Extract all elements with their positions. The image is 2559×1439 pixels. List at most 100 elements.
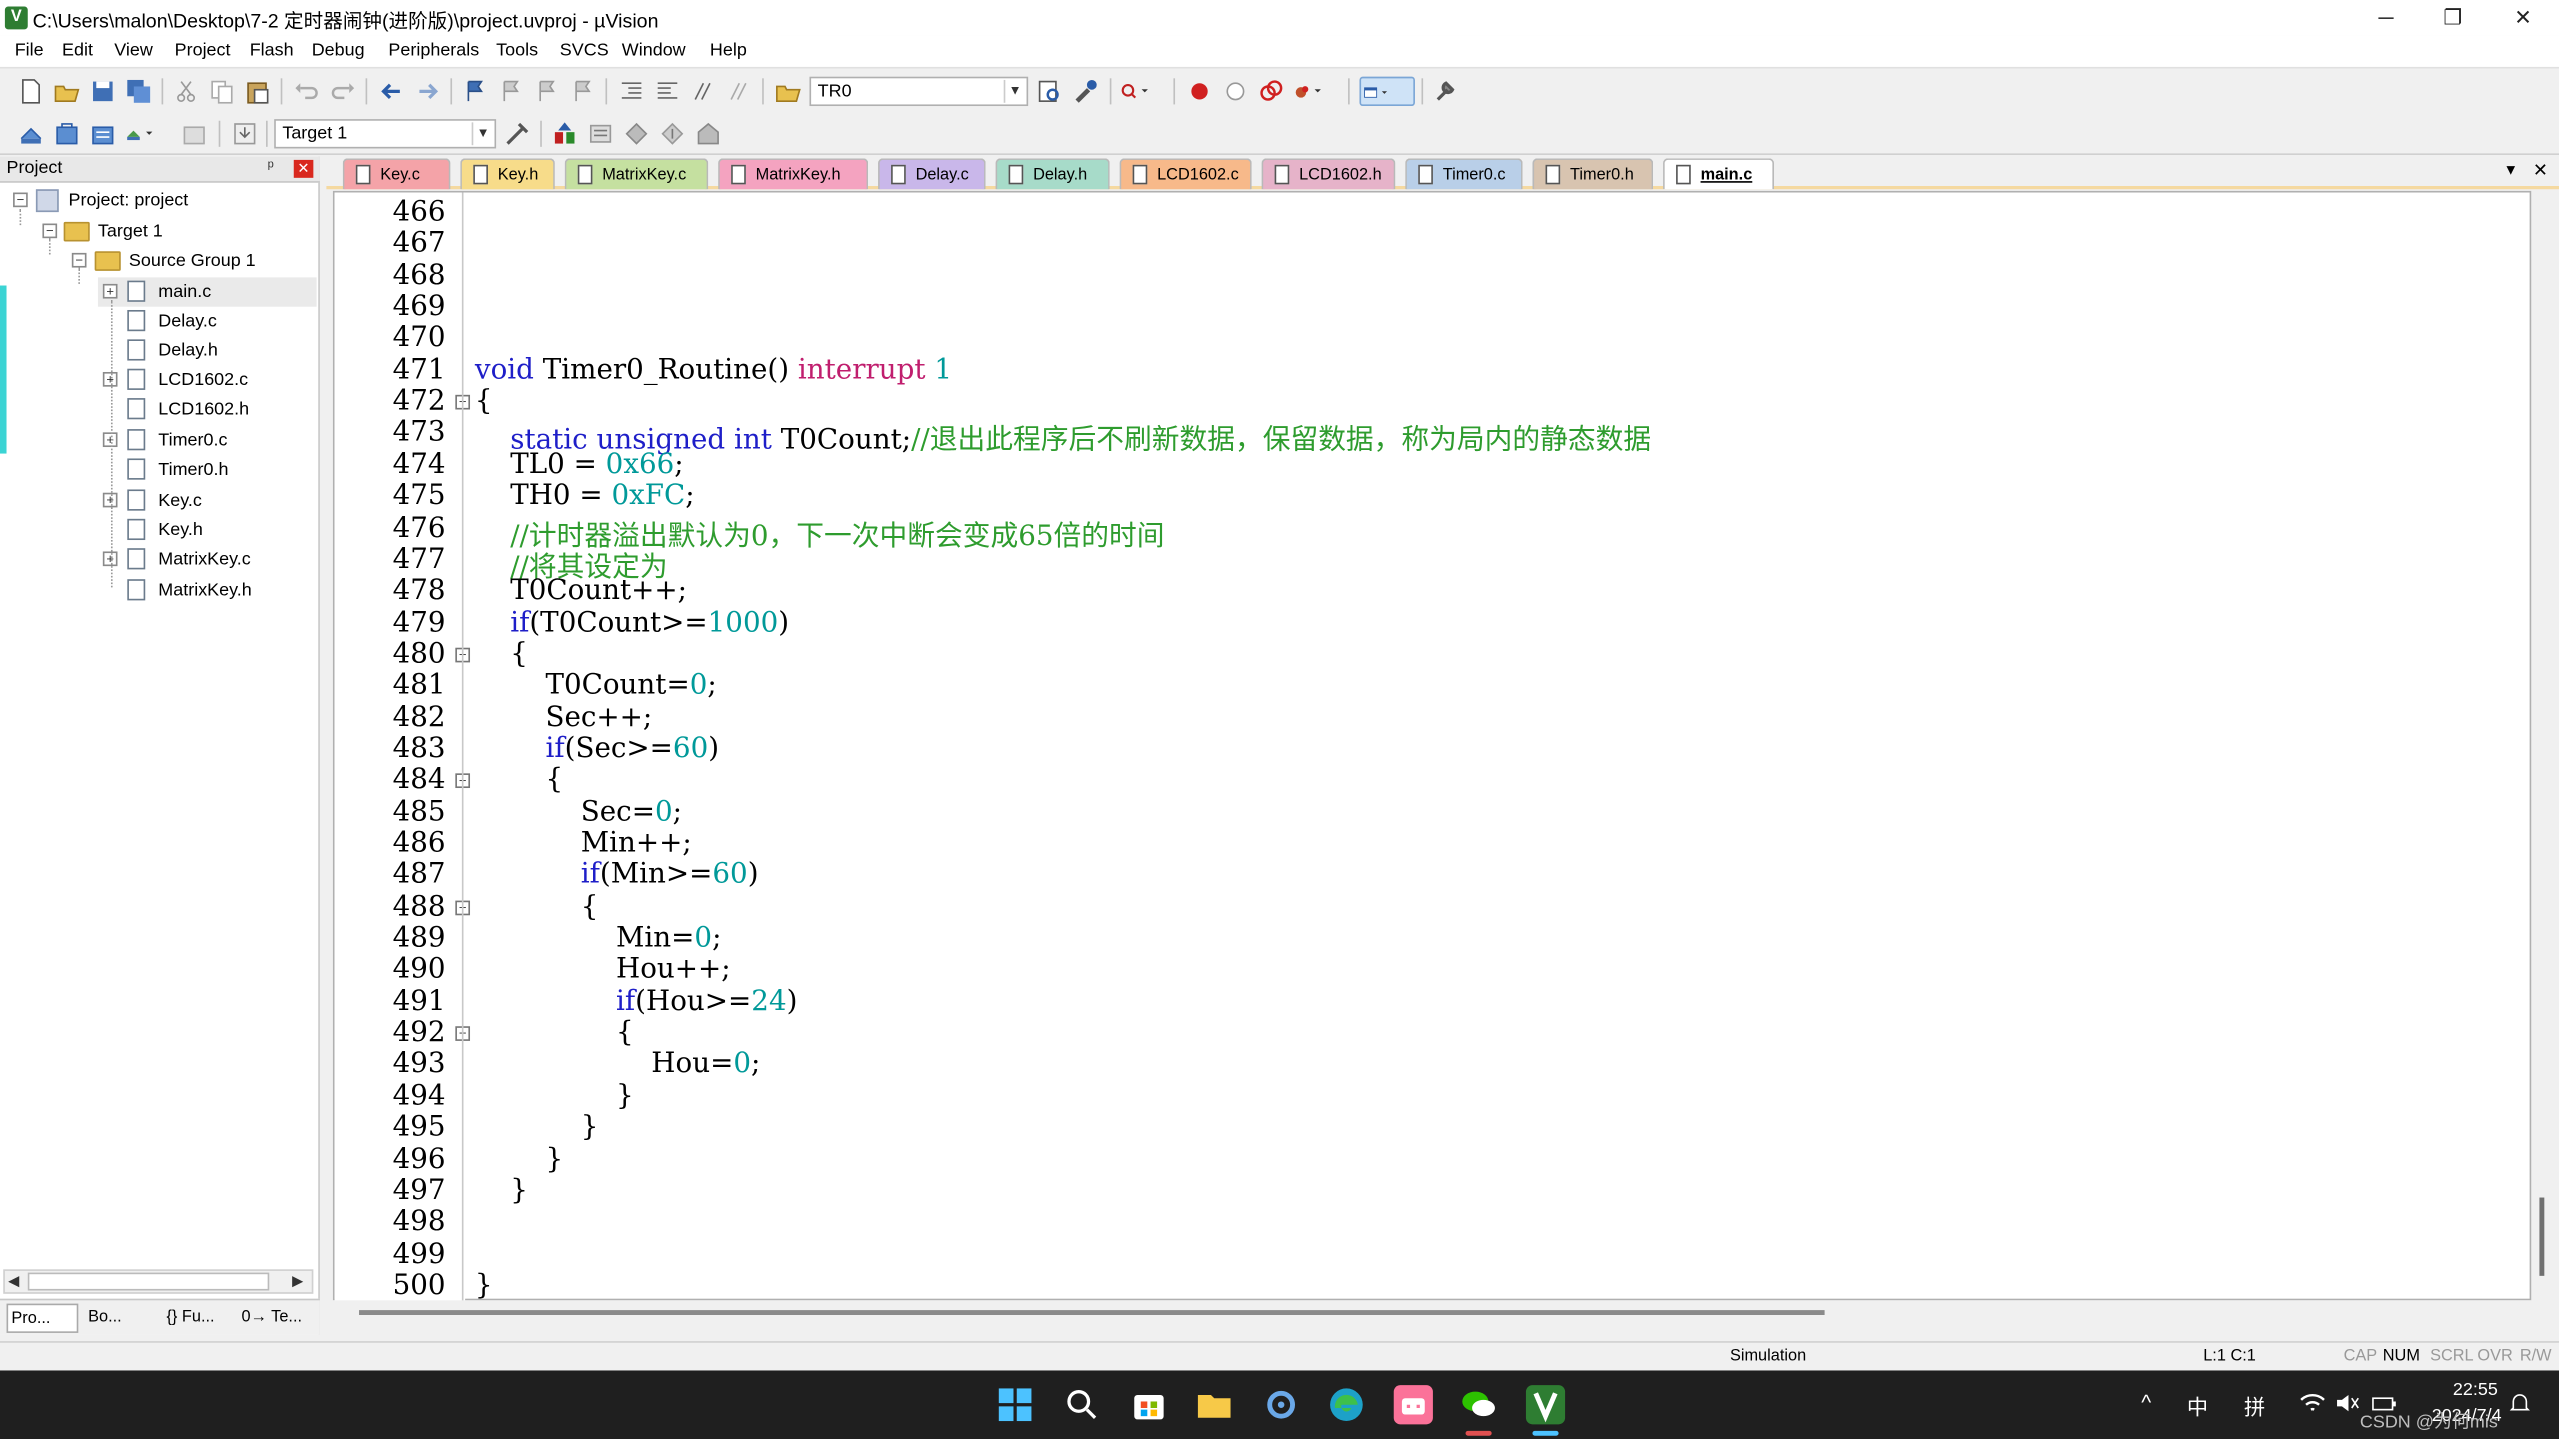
edge-browser-icon[interactable] [1327,1385,1366,1424]
tree-file-key-c[interactable]: + Key.c [98,486,317,515]
bookmark-icon[interactable] [460,77,489,106]
chevron-down-icon[interactable]: ▼ [1003,79,1025,103]
tree-file-delay-h[interactable]: Delay.h [98,336,317,365]
ime-pinyin[interactable]: 拼 [2244,1390,2265,1421]
collapse-icon[interactable]: − [71,252,87,268]
manage-rte-icon[interactable] [622,119,651,148]
editor-vertical-scroll-thumb[interactable] [2539,1197,2545,1276]
clock-time[interactable]: 22:55 [2453,1380,2498,1400]
uvision-taskbar-icon[interactable] [1525,1385,1566,1425]
code-line[interactable]: if(Sec>=60) [475,732,719,765]
menu-tools[interactable]: Tools [496,41,538,61]
manage-project-items-icon[interactable] [550,119,579,148]
volume-muted-icon[interactable] [2334,1392,2360,1415]
tab-list-icon[interactable]: ▼ [2504,162,2519,178]
new-file-icon[interactable] [16,77,45,106]
menu-svcs[interactable]: SVCS [560,41,609,61]
code-line[interactable]: } [475,1080,634,1113]
tab-file[interactable]: Key.c [342,158,451,190]
insert-breakpoint-icon[interactable] [1185,77,1214,106]
tree-project-root[interactable]: − Project: project [10,186,314,215]
tree-source-group[interactable]: − Source Group 1 [69,246,314,275]
tab-file[interactable]: Timer0.h [1532,158,1654,190]
download-icon[interactable] [230,119,259,148]
code-line[interactable]: Hou++; [475,953,731,986]
rebuild-icon[interactable] [88,119,117,148]
translate-icon[interactable] [16,119,45,148]
target-combo[interactable]: Target 1 ▼ [274,119,497,149]
code-area[interactable]: void Timer0_Routine() interrupt 1{ stati… [335,193,2533,1302]
tab-file[interactable]: LCD1602.h [1261,158,1396,190]
project-horizontal-scrollbar[interactable]: ◀ ▶ [3,1269,314,1294]
wifi-icon[interactable] [2300,1392,2326,1415]
build-icon[interactable] [52,119,81,148]
ime-chinese[interactable]: 中 [2187,1390,2208,1421]
tree-target[interactable]: − Target 1 [39,217,313,246]
code-line[interactable]: if(Min>=60) [475,859,759,892]
find-icon[interactable] [1035,77,1064,106]
code-line[interactable]: if(Hou>=24) [475,985,797,1018]
software-packs-icon[interactable] [694,119,723,148]
code-line[interactable]: Min++; [475,827,692,860]
code-line[interactable]: { [475,385,493,418]
tab-file[interactable]: Delay.h [995,158,1110,190]
panel-close-icon[interactable]: ✕ [293,159,314,178]
code-line[interactable]: } [475,1111,599,1144]
pack-installer-icon[interactable] [658,119,687,148]
save-icon[interactable] [88,77,117,106]
code-line[interactable]: Sec++; [475,701,652,734]
tab-books[interactable]: Bo... [85,1304,157,1333]
menu-edit[interactable]: Edit [62,41,93,61]
tree-file-matrixkey-h[interactable]: MatrixKey.h [98,576,317,605]
tray-overflow-icon[interactable]: ^ [2141,1390,2151,1414]
collapse-icon[interactable]: − [13,192,28,208]
code-line[interactable]: { [475,890,599,923]
tree-file-timer0-c[interactable]: + Timer0.c [98,426,317,455]
open-folder-icon[interactable] [52,77,81,106]
scroll-left-icon[interactable]: ◀ [8,1273,19,1291]
tree-file-delay-c[interactable]: Delay.c [98,307,317,336]
save-all-icon[interactable] [124,77,153,106]
code-line[interactable]: { [475,638,528,671]
paste-icon[interactable] [243,77,272,106]
tab-templates[interactable]: 0→ Te... [238,1304,313,1333]
scroll-thumb[interactable] [27,1272,270,1291]
code-line[interactable]: TL0 = 0x66; [475,448,683,481]
code-line[interactable]: } [475,1143,563,1176]
collapse-icon[interactable]: − [42,223,58,239]
minimize-button[interactable]: ─ [2350,0,2422,36]
code-line[interactable]: T0Count++; [475,575,687,608]
tree-file-matrixkey-c[interactable]: + MatrixKey.c [98,545,317,574]
editor-horizontal-scroll-thumb[interactable] [359,1310,1825,1316]
batch-build-icon[interactable] [124,119,170,148]
wechat-icon[interactable] [1459,1385,1498,1424]
tree-file-lcd1602-c[interactable]: + LCD1602.c [98,365,317,394]
navigate-back-icon[interactable] [377,77,406,106]
tab-file[interactable]: MatrixKey.c [564,158,709,190]
start-icon[interactable] [996,1385,1035,1424]
find-in-files-icon[interactable] [774,77,803,106]
code-line[interactable]: T0Count=0; [475,669,716,702]
tree-file-main-c[interactable]: + main.c [97,277,317,307]
code-line[interactable]: { [475,1017,634,1050]
configure-icon[interactable] [1431,77,1460,106]
code-line[interactable]: Min=0; [475,922,721,955]
clear-bookmarks-icon[interactable] [568,77,597,106]
chevron-down-icon[interactable]: ▼ [471,122,493,146]
undo-icon[interactable] [292,77,321,106]
pin-icon[interactable]: ᵖ [268,158,274,176]
notification-icon[interactable] [2508,1392,2531,1415]
menu-debug[interactable]: Debug [312,41,365,61]
tree-file-timer0-h[interactable]: Timer0.h [98,455,317,484]
expand-icon[interactable]: + [102,283,118,299]
search-icon[interactable] [1062,1385,1101,1424]
tree-file-lcd1602-h[interactable]: LCD1602.h [98,395,317,424]
code-line[interactable]: TH0 = 0xFC; [475,480,694,513]
navigate-forward-icon[interactable] [413,77,442,106]
tab-file[interactable]: main.c [1663,158,1775,190]
close-button[interactable]: ✕ [2487,0,2559,36]
find-combo[interactable]: TR0 ▼ [809,76,1029,107]
copy-icon[interactable] [207,77,236,106]
disable-all-breakpoints-icon[interactable] [1257,77,1286,106]
debug-session-icon[interactable] [1120,77,1166,106]
